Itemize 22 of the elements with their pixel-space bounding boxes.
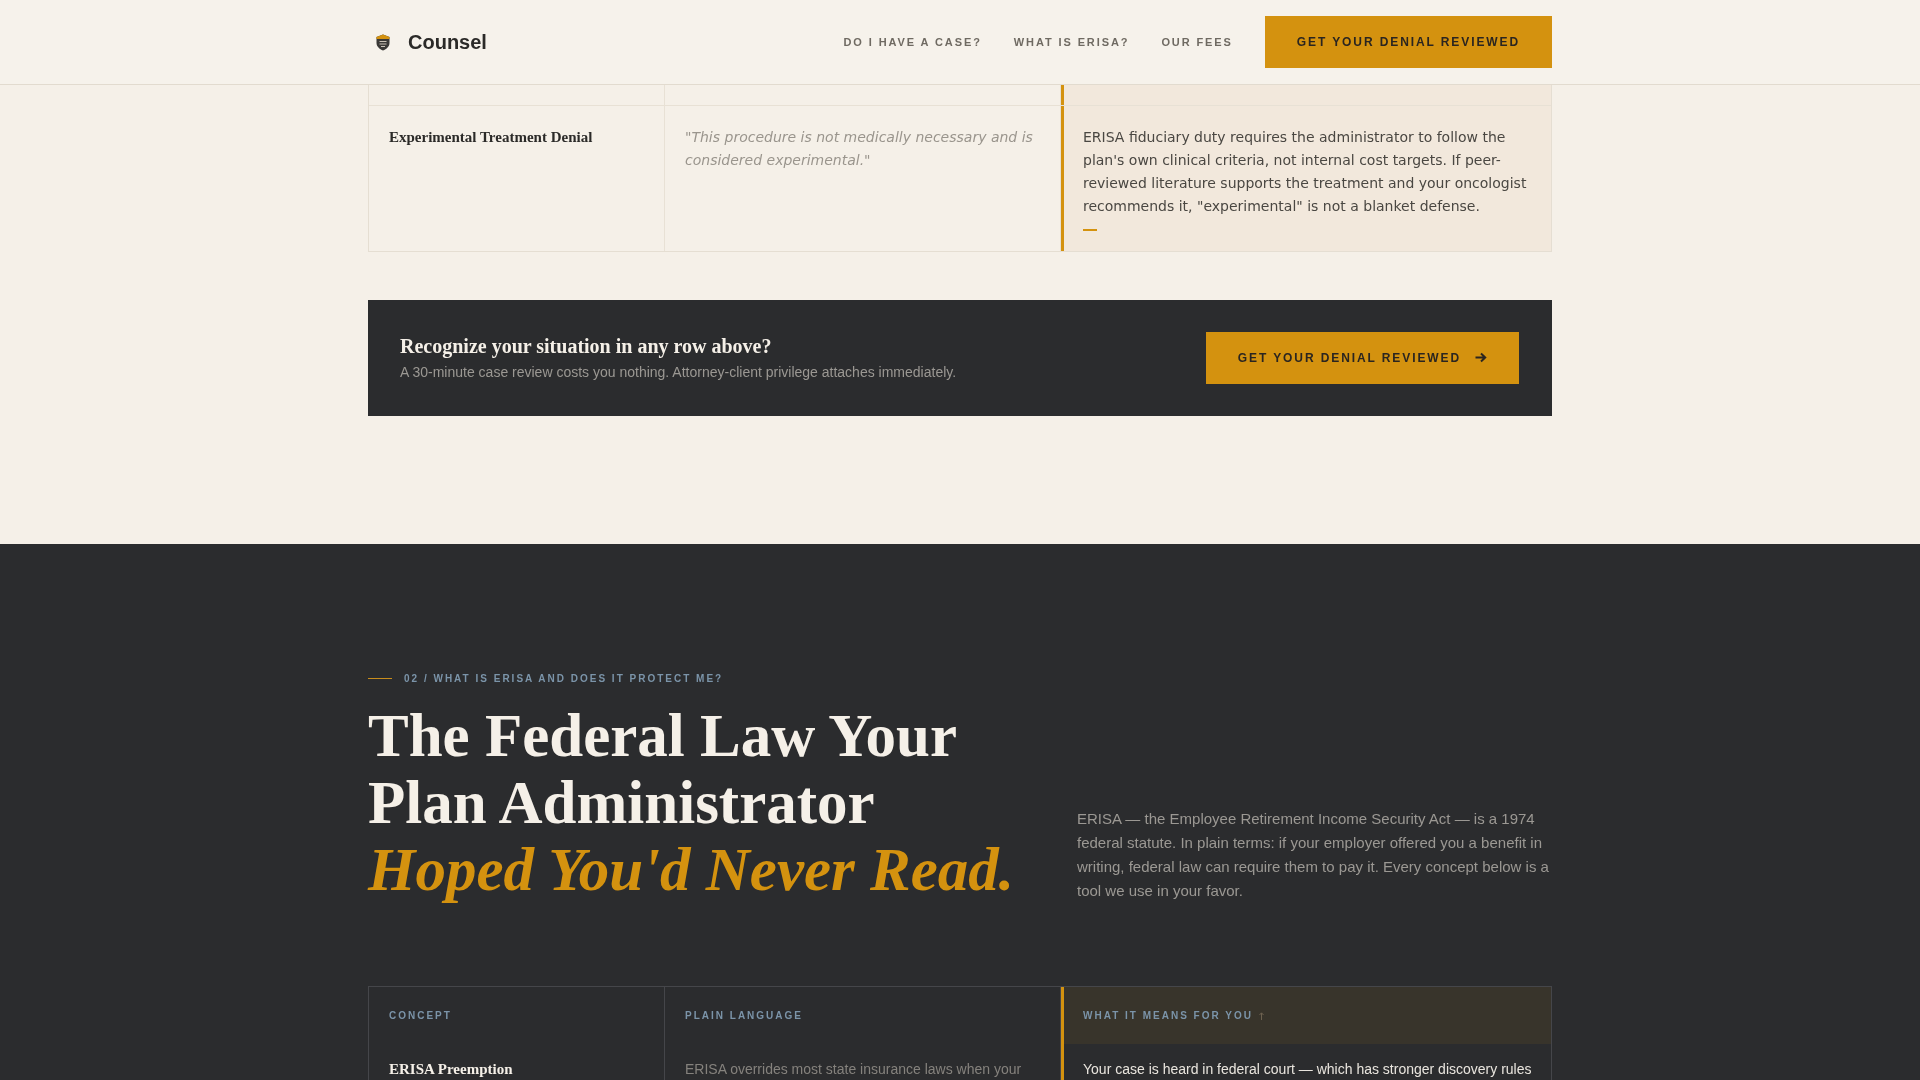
section-heading: The Federal Law Your Plan Administrator Hoped You'd Never Read. [368, 701, 1016, 903]
brand-logo-link[interactable]: Counsel [376, 30, 487, 54]
shield-icon [376, 33, 390, 51]
response-text: ERISA fiduciary duty requires the administrator to follow the plan's own clinical criteria, not internal cost targets. If peer-reviewed literature supports the treatment and your oncologist recommends it, "experimental" is not a blanket defense. [1083, 128, 1528, 216]
column-header: PLAIN LANGUAGE [685, 1008, 803, 1023]
banner-title: Recognize your situation in any row above? [400, 334, 773, 358]
nav-link[interactable]: DO I HAVE A CASE? [843, 36, 982, 48]
plain-language-text: ERISA overrides most state insurance laws when your [685, 1060, 1023, 1077]
concept-name: ERISA Preemption [389, 1060, 514, 1077]
banner-text: A 30-minute case review costs you nothing. Attorney-client privilege attaches immediately. [400, 363, 957, 381]
arrow-right-icon [1475, 352, 1487, 363]
nav-link[interactable]: WHAT IS ERISA? [1013, 36, 1130, 48]
review-denial-button[interactable]: GET YOUR DENIAL REVIEWED [1264, 16, 1552, 68]
intro-paragraph: ERISA — the Employee Retirement Income Security Act — is a 1974 federal statute. In plain terms: if your employer offered you a benefit in writing, federal law can require them to pay it. Every concept below is a tool we use in your favor. [1077, 808, 1550, 901]
denial-type-text: Experimental Treatment Denial [389, 128, 594, 147]
review-denial-button[interactable]: GET YOUR DENIAL REVIEWED [1205, 331, 1519, 384]
section-eyebrow: 02 / WHAT IS ERISA AND DOES IT PROTECT ME? [404, 671, 724, 686]
insurer-quote-text: "This procedure is not medically necessary and is considered experimental." [685, 128, 1034, 170]
nav-link[interactable]: OUR FEES [1161, 36, 1233, 48]
column-header: WHAT IT MEANS FOR YOU [1083, 1008, 1253, 1023]
column-header: CONCEPT [389, 1008, 452, 1023]
meaning-text: Your case is heard in federal court — which has stronger discovery rules [1083, 1060, 1532, 1077]
